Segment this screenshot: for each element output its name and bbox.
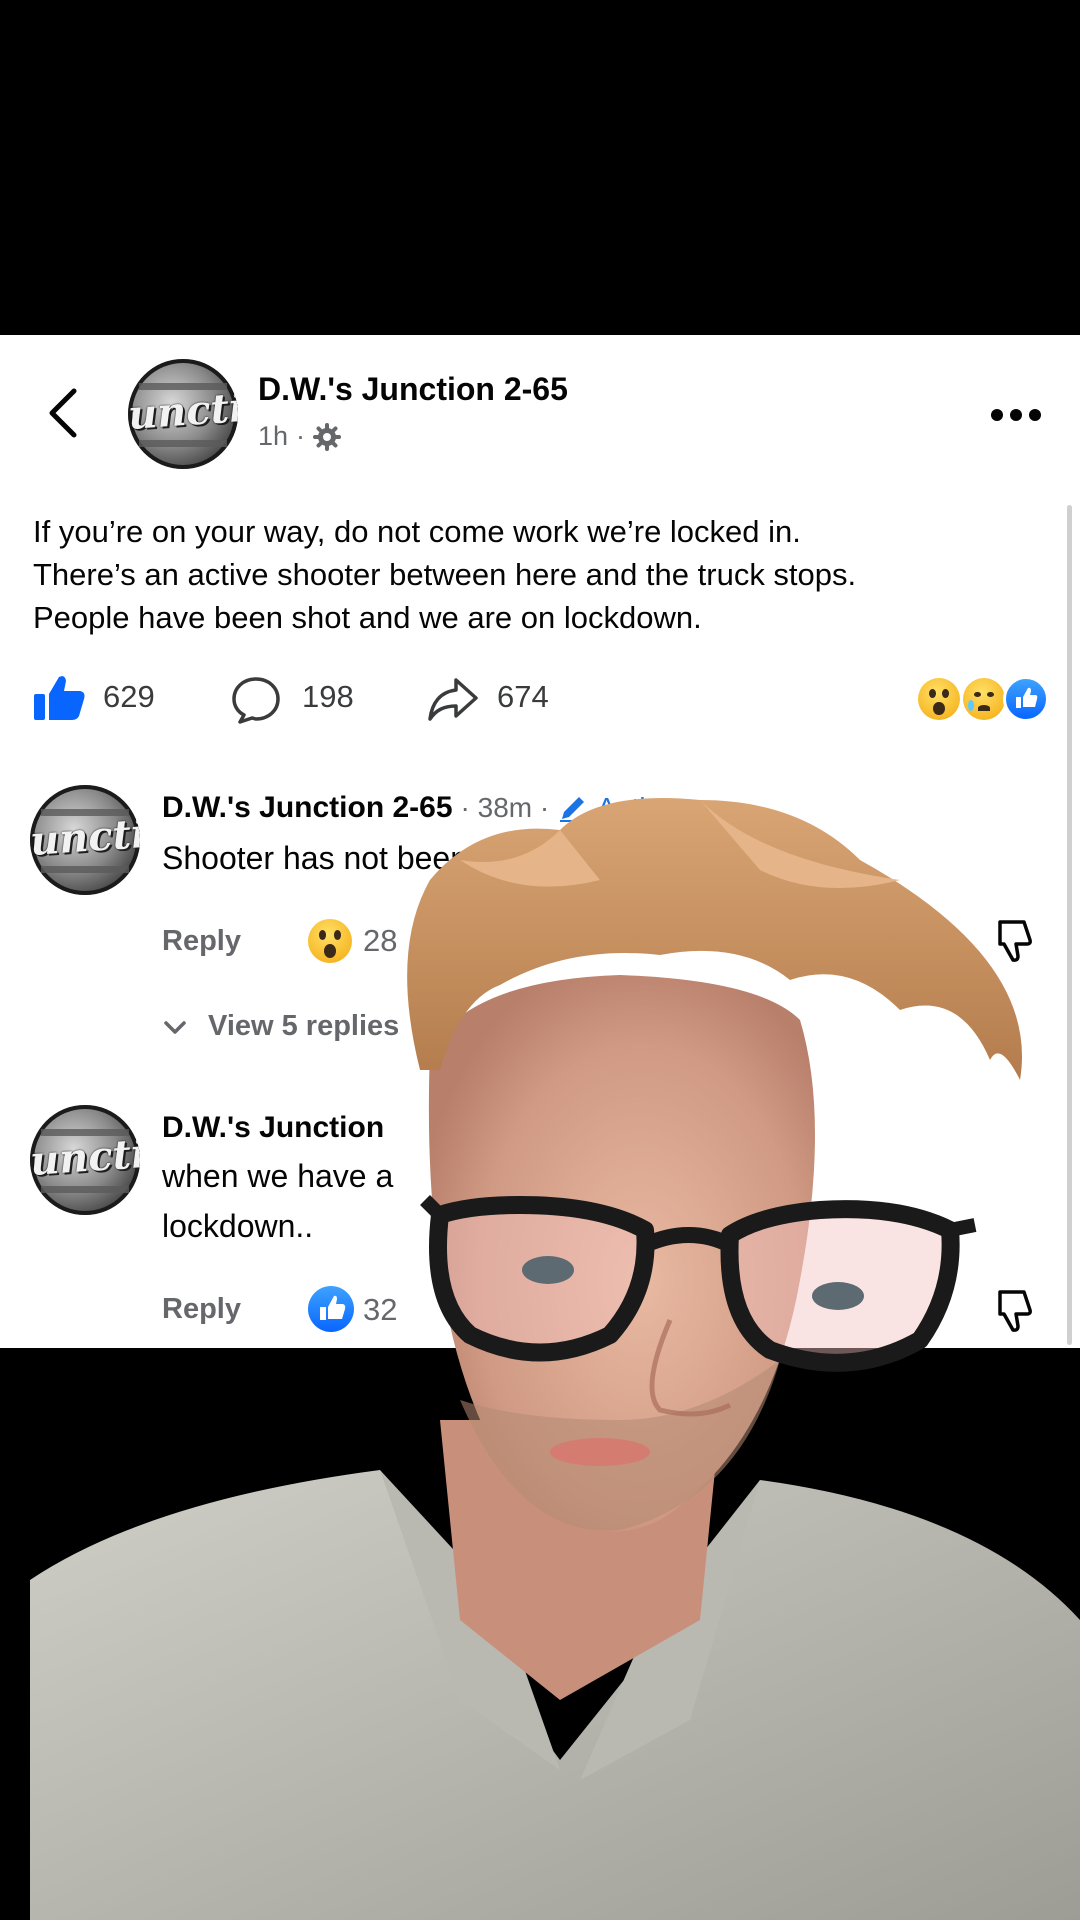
comment-header: D.W.'s Junction 2-65 · 38m · Author [162,791,680,825]
comment-reaction-count: 28 [363,923,398,958]
author-badge: Author [597,792,680,823]
post-time: 1h [258,421,289,451]
shirt-shape [30,1470,1080,1920]
post-text-line: People have been shot and we are on lock… [33,600,702,635]
comment-count: 198 [302,679,354,714]
wow-emoji-icon[interactable] [308,919,352,963]
view-replies-link[interactable]: View 5 replies [208,1010,399,1043]
reply-button[interactable]: Reply [162,1293,241,1326]
post-card: unctic D.W.'s Junction 2-65 1h · If you’… [0,335,1080,1348]
avatar-logo-text: unctic [30,808,140,865]
post-meta: 1h · [258,421,342,452]
comment-text: Shooter has not been stopped [162,840,591,876]
like-reaction-icon[interactable] [1003,676,1049,722]
dislike-thumb-icon[interactable] [994,918,1036,964]
settings-gear-icon [313,422,342,451]
comment-text-line: lockdown.. [162,1208,314,1244]
comment-meta: · 38m · [460,792,550,823]
like-count: 629 [103,679,155,714]
comment-bubble-icon[interactable] [230,675,282,725]
author-pencil-icon [560,797,587,822]
reply-button[interactable]: Reply [162,925,241,958]
post-text-line: There’s an active shooter between here a… [33,557,857,592]
sad-reaction-icon[interactable] [963,678,1005,720]
more-options-icon[interactable] [990,407,1042,423]
like-thumb-icon[interactable] [32,674,86,722]
commenter-avatar[interactable]: unctic [30,785,140,895]
share-arrow-icon[interactable] [426,675,480,723]
commenter-name[interactable]: D.W.'s Junction [162,1111,384,1145]
avatar-logo-text: unctic [30,1128,140,1185]
dislike-thumb-icon[interactable] [994,1288,1036,1334]
commenter-avatar[interactable]: unctic [30,1105,140,1215]
scrollbar[interactable] [1067,505,1072,1345]
comment-reaction-count: 32 [363,1292,398,1327]
share-count: 674 [497,679,549,714]
avatar-logo-text: unctic [128,382,238,439]
chevron-down-icon[interactable] [162,1018,188,1038]
page-name[interactable]: D.W.'s Junction 2-65 [258,371,568,408]
commenter-name[interactable]: D.W.'s Junction 2-65 [162,791,453,825]
wow-reaction-icon[interactable] [918,678,960,720]
post-text: If you’re on your way, do not come work … [33,510,1043,639]
comment-text-line: when we have a [162,1158,394,1194]
meta-separator: · [296,421,306,451]
back-chevron-icon[interactable] [44,385,84,441]
like-emoji-icon[interactable] [308,1286,354,1332]
post-text-line: If you’re on your way, do not come work … [33,514,801,549]
page-avatar[interactable]: unctic [128,359,238,469]
